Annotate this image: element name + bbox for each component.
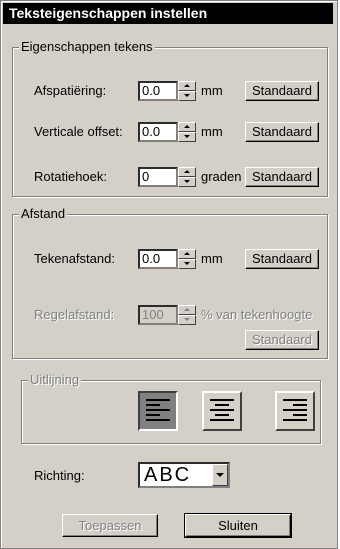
rotation-unit: graden (201, 169, 242, 184)
char-distance-input[interactable]: 0.0 (138, 249, 178, 269)
align-center-icon (210, 399, 234, 421)
dialog-window: Teksteigenschappen instellen Eigenschapp… (0, 0, 338, 549)
rotation-spinner[interactable]: 0 (138, 167, 198, 187)
spacing-unit: mm (201, 83, 223, 98)
char-distance-label: Tekenafstand: (34, 251, 115, 266)
spin-down-icon[interactable] (178, 259, 196, 269)
spacing-input[interactable]: 0.0 (138, 81, 178, 101)
chevron-down-icon[interactable] (212, 464, 228, 486)
spacing-label: Afspatiëring: (34, 83, 107, 98)
spin-down-icon[interactable] (178, 315, 196, 325)
align-right-icon (283, 399, 307, 421)
vertical-offset-label: Verticale offset: (34, 124, 123, 139)
vertical-offset-spinner[interactable]: 0.0 (138, 122, 198, 142)
align-right-button[interactable] (275, 391, 315, 431)
spin-down-icon[interactable] (178, 177, 196, 187)
spacing-spinner[interactable]: 0.0 (138, 81, 198, 101)
vertical-offset-input[interactable]: 0.0 (138, 122, 178, 142)
line-distance-default-button[interactable]: Standaard (245, 330, 319, 350)
line-distance-spinner[interactable]: 100 (138, 305, 198, 325)
rotation-label: Rotatiehoek: (34, 169, 107, 184)
apply-button[interactable]: Toepassen (62, 514, 158, 537)
line-distance-label: Regelafstand: (34, 307, 115, 322)
spacing-default-button[interactable]: Standaard (245, 81, 319, 101)
char-distance-default-button[interactable]: Standaard (245, 249, 319, 269)
spin-up-icon[interactable] (178, 167, 196, 177)
spin-up-icon[interactable] (178, 249, 196, 259)
spin-down-icon[interactable] (178, 132, 196, 142)
spin-up-icon[interactable] (178, 305, 196, 315)
spin-up-icon[interactable] (178, 81, 196, 91)
character-properties-legend: Eigenschappen tekens (19, 39, 155, 55)
rotation-input[interactable]: 0 (138, 167, 178, 187)
direction-label: Richting: (34, 468, 85, 483)
spin-down-icon[interactable] (178, 91, 196, 101)
spin-up-icon[interactable] (178, 122, 196, 132)
direction-value: ABC (144, 464, 192, 486)
distance-legend: Afstand (19, 206, 68, 222)
align-left-button[interactable] (138, 391, 178, 431)
line-distance-unit: % van tekenhoogte (201, 307, 313, 322)
vertical-offset-default-button[interactable]: Standaard (245, 122, 319, 142)
align-center-button[interactable] (202, 391, 242, 431)
char-distance-unit: mm (201, 251, 223, 266)
dialog-title: Teksteigenschappen instellen (3, 3, 333, 24)
direction-select[interactable]: ABC (138, 462, 230, 488)
char-distance-spinner[interactable]: 0.0 (138, 249, 198, 269)
vertical-offset-unit: mm (201, 124, 223, 139)
alignment-legend: Uitlijning (28, 372, 82, 388)
line-distance-input[interactable]: 100 (138, 305, 178, 325)
align-left-icon (146, 399, 170, 421)
rotation-default-button[interactable]: Standaard (245, 167, 319, 187)
close-button[interactable]: Sluiten (184, 513, 292, 538)
